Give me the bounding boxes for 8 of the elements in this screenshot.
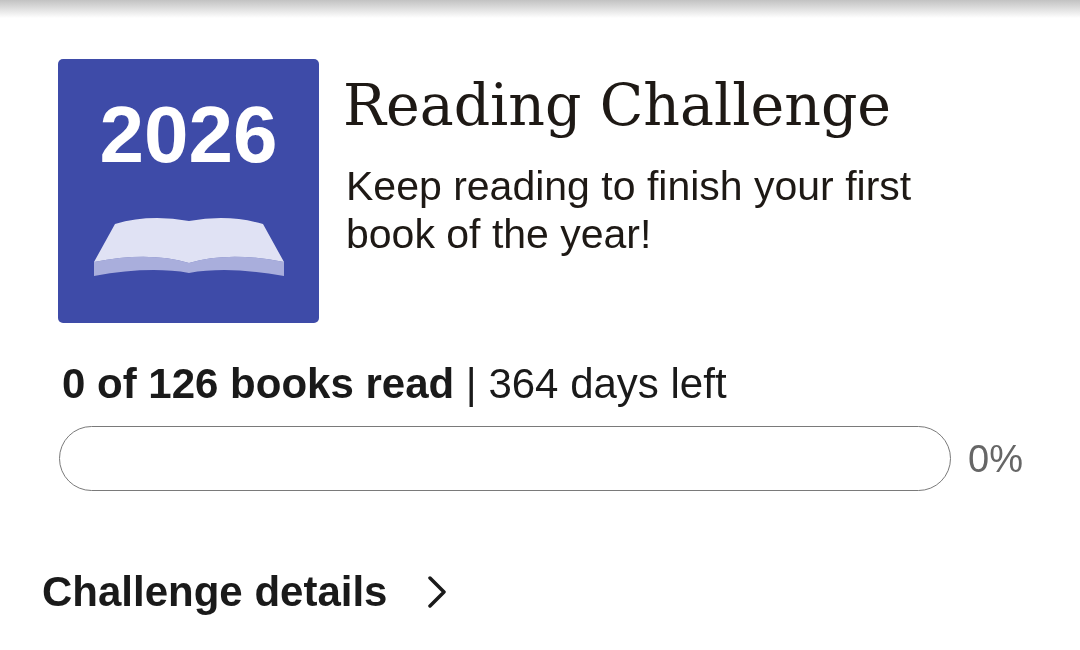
challenge-details-link[interactable]: Challenge details (42, 568, 448, 616)
progress-percent: 0% (968, 436, 1023, 481)
progress-summary: 0 of 126 books read | 364 days left (62, 360, 727, 408)
chevron-right-icon (427, 576, 448, 608)
challenge-title: Reading Challenge (343, 72, 893, 138)
open-book-icon (93, 215, 284, 277)
challenge-message: Keep reading to finish your first book of the year! (346, 162, 913, 258)
badge-year: 2026 (99, 95, 278, 175)
